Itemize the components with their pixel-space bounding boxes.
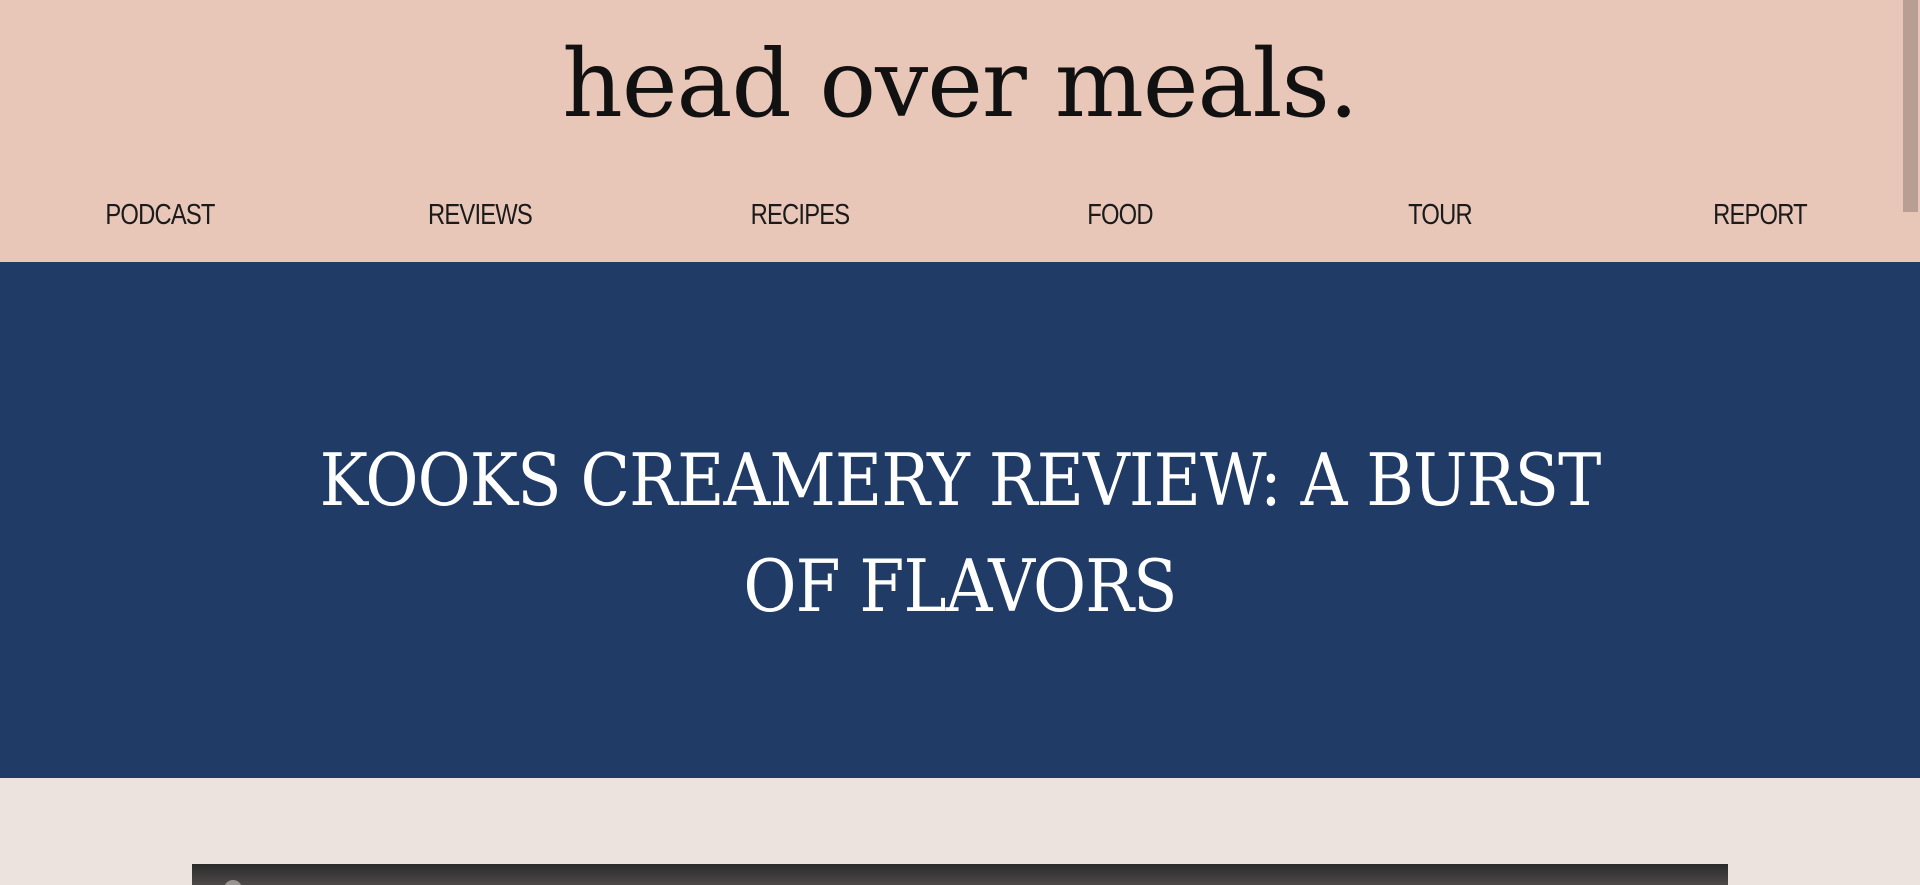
featured-media[interactable]: [192, 864, 1728, 885]
nav-item-reviews[interactable]: REVIEWS: [398, 190, 562, 240]
nav-item-recipes[interactable]: RECIPES: [718, 190, 882, 240]
scrollbar[interactable]: [1903, 0, 1920, 262]
nav-item-food[interactable]: FOOD: [1038, 190, 1202, 240]
page-title: KOOKS CREAMERY REVIEW: A BURST OF FLAVOR…: [319, 438, 1602, 628]
nav-item-tour[interactable]: TOUR: [1358, 190, 1522, 240]
site-header: head over meals. PODCAST REVIEWS RECIPES…: [0, 0, 1920, 262]
scrollbar-thumb[interactable]: [1903, 0, 1918, 212]
site-title-link[interactable]: head over meals.: [0, 30, 1920, 140]
nav-item-report[interactable]: REPORT: [1678, 190, 1842, 240]
main-nav: PODCAST REVIEWS RECIPES FOOD TOUR REPORT: [0, 190, 1920, 240]
play-icon[interactable]: [224, 880, 242, 885]
content-area: [0, 778, 1920, 885]
nav-item-podcast[interactable]: PODCAST: [78, 190, 242, 240]
hero-banner: KOOKS CREAMERY REVIEW: A BURST OF FLAVOR…: [0, 262, 1920, 778]
